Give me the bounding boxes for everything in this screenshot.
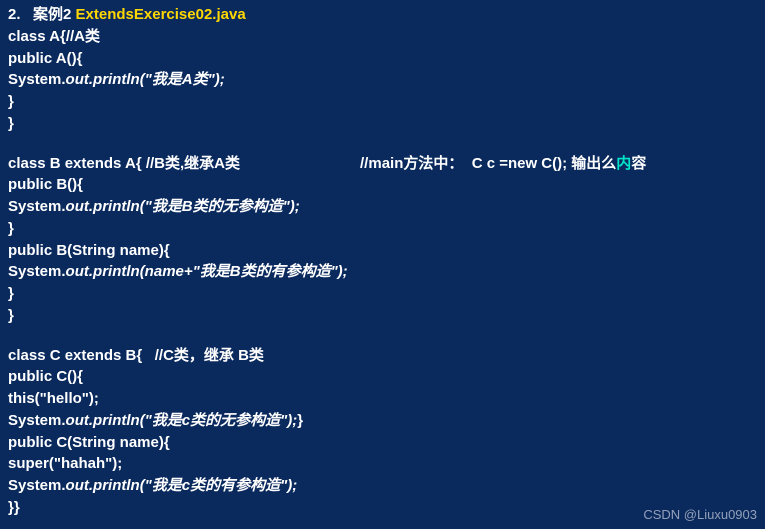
code-text: } [297, 412, 303, 429]
code-line: class C extends B{ //C类，继承 B类 [8, 345, 757, 367]
code-text: class A{ [8, 28, 66, 45]
code-line: public A(){ [8, 48, 757, 70]
code-line: } [8, 113, 757, 135]
code-line: } [8, 218, 757, 240]
title-line: 2. 案例2 ExtendsExercise02.java [8, 4, 757, 26]
code-line: public B(String name){ [8, 240, 757, 262]
code-line: class A{//A类 [8, 26, 757, 48]
code-line: class B extends A{ //B类,继承A类 //main方法中： C… [8, 153, 757, 175]
code-text: System. [8, 412, 66, 429]
code-italic: out.println("我是c类的无参构造"); [66, 412, 298, 429]
watermark: CSDN @Liuxu0903 [643, 506, 757, 525]
code-italic: out.println("我是c类的有参构造"); [66, 477, 298, 494]
code-line: this("hello"); [8, 388, 757, 410]
code-line: } [8, 91, 757, 113]
code-italic: out.println("我是B类的无参构造"); [66, 198, 300, 215]
comment-text: //main方法中： C c =new C(); 输出么 [360, 155, 616, 172]
code-comment: //B类,继承A类 [146, 155, 240, 172]
code-text: class C extends B{ [8, 347, 155, 364]
title-filename: ExtendsExercise02.java [76, 6, 246, 23]
main-comment: //main方法中： C c =new C(); 输出么内容 [360, 153, 646, 175]
title-case: 案例2 [33, 6, 71, 23]
block-gap [8, 135, 757, 153]
title-number: 2. [8, 6, 21, 23]
code-italic: out.println("我是A类"); [66, 71, 225, 88]
code-line: } [8, 305, 757, 327]
block-gap [8, 327, 757, 345]
code-line: } [8, 283, 757, 305]
code-text: System. [8, 477, 66, 494]
code-line: System.out.println("我是A类"); [8, 69, 757, 91]
code-line: System.out.println("我是c类的无参构造");} [8, 410, 757, 432]
code-text: System. [8, 263, 66, 280]
code-italic: out.println(name+"我是B类的有参构造"); [66, 263, 348, 280]
code-line: public C(){ [8, 366, 757, 388]
code-line: System.out.println(name+"我是B类的有参构造"); [8, 261, 757, 283]
code-text: System. [8, 198, 66, 215]
code-comment: //A类 [66, 28, 100, 45]
code-line: super("hahah"); [8, 453, 757, 475]
code-line: public C(String name){ [8, 432, 757, 454]
code-text: class B extends A{ [8, 155, 146, 172]
code-line: System.out.println("我是B类的无参构造"); [8, 196, 757, 218]
code-line: public B(){ [8, 174, 757, 196]
code-text: System. [8, 71, 66, 88]
comment-text: 容 [631, 155, 646, 172]
code-comment: //C类，继承 B类 [155, 347, 264, 364]
code-line: System.out.println("我是c类的有参构造"); [8, 475, 757, 497]
comment-cyan: 内 [616, 155, 631, 172]
